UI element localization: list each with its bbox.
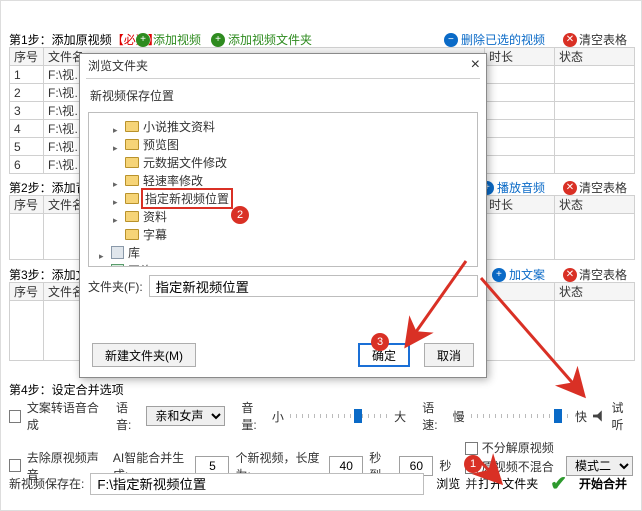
open-folder-button[interactable]: 打开文件夹 [472,475,544,492]
folder-icon [125,157,139,168]
clear-table-button[interactable]: ✕清空表格 [563,31,627,48]
delete-selected-button[interactable]: −删除已选的视频 [444,31,545,48]
annotation-badge: 1 [464,455,482,473]
step4-label: 第4步：设定合并选项 [9,381,124,398]
library-icon [111,246,124,259]
dialog-subtitle: 新视频保存位置 [80,79,486,108]
clear-table-button[interactable]: ✕清空表格 [563,179,627,196]
start-merge-button[interactable]: 开始合并 [573,475,633,492]
close-icon[interactable]: × [471,57,480,73]
add-video-folder-button[interactable]: +添加视频文件夹 [211,31,312,48]
speaker-icon [593,409,606,423]
tree-item[interactable]: 小说推文资料 [91,117,475,135]
network-icon [111,264,124,268]
x-icon: ✕ [563,33,577,47]
folder-icon [125,211,139,222]
folder-tree[interactable]: 小说推文资料 预览图 元数据文件修改 轻速率修改 指定新视频位置 资料 字幕 库… [88,112,478,267]
no-decompose-checkbox[interactable] [465,442,478,455]
volume-slider[interactable] [290,414,388,418]
voice-select[interactable]: 亲和女声 [146,406,225,426]
add-copy-button[interactable]: +加文案 [492,266,545,283]
folder-icon [125,193,139,204]
annotation-badge: 3 [371,333,389,351]
tts-checkbox[interactable] [9,410,21,423]
plus-icon: + [492,268,506,282]
dialog-title: 浏览文件夹 × [80,54,486,78]
folder-icon [125,121,139,132]
col-idx: 序号 [10,48,44,66]
col-status: 状态 [555,48,635,66]
folder-icon [125,175,139,186]
tree-item[interactable]: 网络 [91,261,475,267]
new-folder-button[interactable]: 新建文件夹(M) [92,343,196,367]
tree-item[interactable]: 轻速率修改 [91,171,475,189]
folder-icon [125,139,139,150]
folder-field-input[interactable] [149,275,478,297]
speed-label: 语速: [422,399,446,433]
cancel-button[interactable]: 取消 [424,343,474,367]
col-dur: 时长 [485,48,555,66]
plus-icon: + [136,33,150,47]
tree-item[interactable]: 元数据文件修改 [91,153,475,171]
tree-item[interactable]: 资料 [91,207,475,225]
volume-label: 音量: [241,399,265,433]
x-icon: ✕ [563,181,577,195]
plus-icon: + [211,33,225,47]
folder-icon [125,229,139,240]
add-video-button[interactable]: +添加视频 [136,31,201,48]
voice-label: 语音: [116,399,140,433]
save-path-label: 新视频保存在: [9,475,84,492]
try-listen-button[interactable]: 试听 [612,399,633,433]
clear-table-button[interactable]: ✕清空表格 [563,266,627,283]
check-icon: ✔ [550,471,567,496]
add-audio-button[interactable]: +播放音频 [480,179,545,196]
save-path-input[interactable] [90,473,424,495]
tree-item[interactable]: 预览图 [91,135,475,153]
tree-item[interactable]: 库 [91,243,475,261]
tree-item[interactable]: 字幕 [91,225,475,243]
tts-label: 文案转语音合成 [27,399,102,433]
folder-field-label: 文件夹(F): [88,278,143,295]
minus-icon: − [444,33,458,47]
browse-button[interactable]: 浏览 [430,475,466,492]
tree-item-selected[interactable]: 指定新视频位置 [91,189,475,207]
x-icon: ✕ [563,268,577,282]
speed-slider[interactable] [471,414,569,418]
annotation-badge: 2 [231,206,249,224]
browse-folder-dialog: 浏览文件夹 × 新视频保存位置 小说推文资料 预览图 元数据文件修改 轻速率修改… [79,53,487,378]
